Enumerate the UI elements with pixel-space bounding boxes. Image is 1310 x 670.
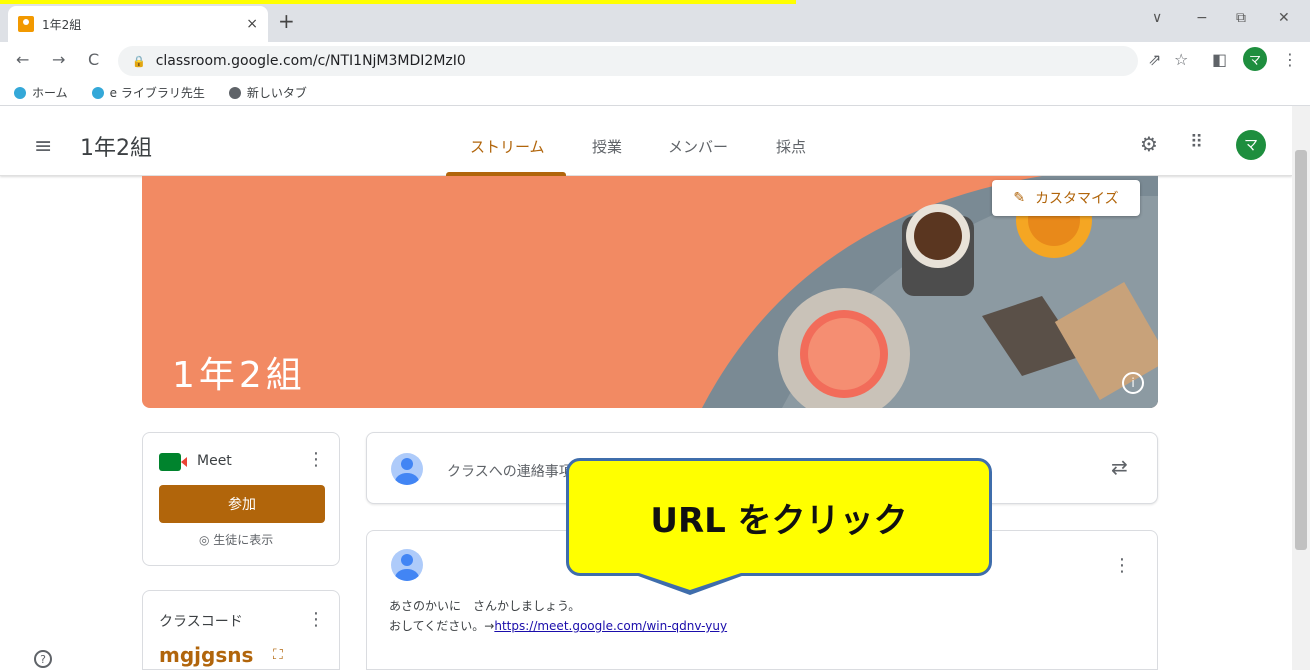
settings-gear-icon[interactable]: ⚙ — [1140, 132, 1158, 156]
post-text-line1: あさのかいに さんかしましょう。 — [389, 599, 581, 613]
bookmark-label: 新しいタブ — [246, 86, 307, 100]
meet-label: Meet — [197, 453, 232, 469]
browser-tab[interactable]: 1年2組 × — [8, 6, 268, 42]
globe-icon — [228, 86, 241, 99]
repost-icon[interactable]: ⇄ — [1111, 455, 1128, 479]
main-menu-icon[interactable]: ≡ — [34, 134, 52, 159]
education-icon — [14, 86, 26, 99]
class-code-card: クラスコード ⋮ mgjgsns ⛶ — [142, 590, 340, 670]
bookmark-elibrary[interactable]: e ライブラリ先生 — [91, 84, 205, 101]
browser-menu-icon[interactable]: ⋮ — [1282, 50, 1298, 69]
announcement-placeholder: クラスへの連絡事項 — [447, 464, 573, 480]
share-icon[interactable]: ⇗ — [1148, 50, 1161, 69]
callout-bubble: URL をクリック — [566, 458, 992, 576]
tab-stream[interactable]: ストリーム — [470, 136, 545, 157]
classroom-favicon-icon — [18, 16, 34, 32]
new-tab-button[interactable]: + — [278, 9, 295, 33]
post-text-line2: おしてください。→https://meet.google.com/win-qdn… — [389, 617, 727, 634]
forward-button[interactable]: → — [52, 50, 65, 69]
help-icon[interactable]: ? — [34, 650, 52, 668]
meet-link[interactable]: https://meet.google.com/win-qdnv-yuy — [494, 619, 727, 633]
callout-tail-fill — [636, 572, 744, 590]
post-text-prefix: おしてください。→ — [389, 619, 495, 633]
browser-tab-bar: 1年2組 × + ∨ − ⧉ ✕ — [0, 0, 1310, 42]
tab-title: 1年2組 — [42, 17, 82, 32]
browser-profile-avatar[interactable]: マ — [1243, 47, 1267, 71]
class-banner: ✎ カスタマイズ 1年2組 i — [142, 176, 1158, 408]
close-window-button[interactable]: ✕ — [1278, 10, 1290, 26]
customize-label: カスタマイズ — [1035, 191, 1119, 207]
bookmarks-bar: ホーム e ライブラリ先生 新しいタブ — [0, 80, 1310, 106]
tab-close-icon[interactable]: × — [246, 16, 258, 32]
tab-people[interactable]: メンバー — [668, 136, 728, 157]
tab-grades[interactable]: 採点 — [776, 136, 806, 157]
post-more-icon[interactable]: ⋮ — [1113, 555, 1131, 576]
bookmark-newtab[interactable]: 新しいタブ — [228, 84, 307, 101]
fullscreen-icon[interactable]: ⛶ — [273, 647, 283, 663]
address-bar-row: ← → C 🔒 classroom.google.com/c/NTI1NjM3M… — [0, 42, 1310, 80]
highlight-strip — [0, 0, 796, 4]
tab-classwork[interactable]: 授業 — [592, 136, 622, 157]
user-avatar — [391, 453, 423, 485]
bookmark-label: ホーム — [32, 86, 68, 100]
url-bar[interactable]: 🔒 classroom.google.com/c/NTI1NjM3MDI2MzI… — [118, 46, 1138, 76]
lock-icon: 🔒 — [132, 54, 146, 68]
join-meet-button[interactable]: 参加 — [159, 485, 325, 523]
info-icon[interactable]: i — [1122, 372, 1144, 394]
reload-button[interactable]: C — [88, 50, 99, 69]
back-button[interactable]: ← — [16, 50, 29, 69]
restore-button[interactable]: ⧉ — [1236, 10, 1246, 26]
pencil-icon: ✎ — [1013, 190, 1026, 206]
class-title[interactable]: 1年2組 — [80, 130, 152, 162]
minimize-button[interactable]: − — [1196, 10, 1208, 26]
google-apps-icon[interactable]: ⠿ — [1190, 132, 1203, 153]
classroom-header: ≡ 1年2組 ストリーム 授業 メンバー 採点 ⚙ ⠿ マ — [0, 106, 1292, 176]
meet-card: Meet ⋮ 参加 ◎ 生徒に表示 — [142, 432, 340, 566]
tab-search-icon[interactable]: ∨ — [1152, 10, 1162, 26]
customize-button[interactable]: ✎ カスタマイズ — [992, 180, 1140, 216]
bookmark-star-icon[interactable]: ☆ — [1174, 50, 1188, 69]
author-avatar — [391, 549, 423, 581]
url-text: classroom.google.com/c/NTI1NjM3MDI2MzI0 — [155, 53, 466, 69]
class-code-value: mgjgsns — [159, 643, 254, 667]
class-code-more-icon[interactable]: ⋮ — [307, 609, 325, 630]
bookmark-label: e ライブラリ先生 — [109, 86, 205, 100]
account-avatar[interactable]: マ — [1236, 130, 1266, 160]
meet-more-icon[interactable]: ⋮ — [307, 449, 325, 470]
banner-class-title: 1年2組 — [172, 355, 306, 396]
class-code-label: クラスコード — [159, 614, 243, 630]
education-icon — [91, 86, 104, 99]
bookmark-home[interactable]: ホーム — [14, 84, 68, 101]
scrollbar-thumb[interactable] — [1295, 150, 1307, 550]
side-panel-icon[interactable]: ◧ — [1212, 50, 1227, 69]
meet-logo-icon — [159, 453, 187, 471]
visible-to-students-label: ◎ 生徒に表示 — [199, 533, 274, 547]
